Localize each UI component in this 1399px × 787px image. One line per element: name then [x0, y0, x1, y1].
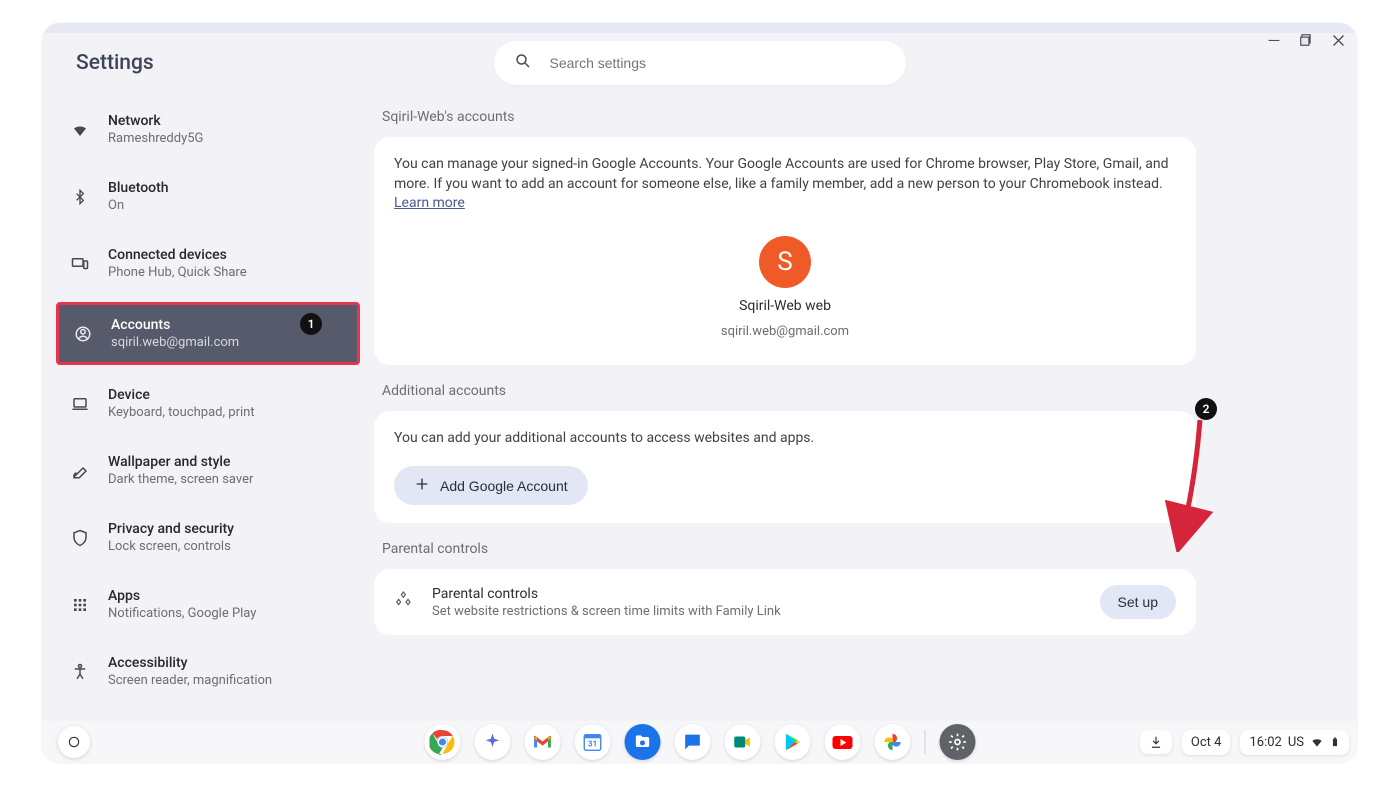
nav-sub: Rameshreddy5G: [108, 131, 203, 146]
nav-title: Privacy and security: [108, 521, 234, 537]
nav-sub: Screen reader, magnification: [108, 673, 272, 688]
wifi-icon: [70, 120, 90, 140]
nav-title: Network: [108, 113, 203, 129]
parental-title: Parental controls: [432, 586, 1082, 602]
sidebar-item-wallpaper[interactable]: Wallpaper and style Dark theme, screen s…: [56, 442, 360, 499]
nav-sub: Notifications, Google Play: [108, 606, 256, 621]
profile-block: S Sqiril-Web web sqiril.web@gmail.com: [394, 228, 1176, 347]
section-additional-header: Additional accounts: [382, 383, 1196, 399]
nav-title: Accounts: [111, 317, 239, 333]
date-chip[interactable]: Oct 4: [1182, 730, 1231, 755]
body: Network Rameshreddy5G Bluetooth On C: [42, 93, 1357, 763]
nav-title: Accessibility: [108, 655, 272, 671]
parental-sub: Set website restrictions & screen time l…: [432, 604, 1082, 619]
status-chip[interactable]: 16:02 US: [1240, 730, 1349, 755]
accessibility-icon: [70, 662, 90, 682]
nav-title: Connected devices: [108, 247, 247, 263]
section-parental-header: Parental controls: [382, 541, 1196, 557]
battery-status-icon: [1330, 735, 1340, 749]
play-store-icon[interactable]: [774, 724, 810, 760]
avatar[interactable]: S: [759, 236, 811, 288]
learn-more-link[interactable]: Learn more: [394, 195, 465, 211]
nav-sub: Keyboard, touchpad, print: [108, 405, 255, 420]
shield-icon: [70, 528, 90, 548]
sidebar-item-accessibility[interactable]: Accessibility Screen reader, magnificati…: [56, 643, 360, 700]
messages-icon[interactable]: [674, 724, 710, 760]
files-icon[interactable]: [624, 724, 660, 760]
system-tray[interactable]: Oct 4 16:02 US: [1140, 730, 1349, 755]
devices-icon: [70, 254, 90, 274]
nav-title: Device: [108, 387, 255, 403]
annotation-marker-2: 2: [1195, 398, 1217, 420]
shelf: 31 Oct 4 16:02 US: [42, 721, 1357, 763]
nav-title: Bluetooth: [108, 180, 169, 196]
accounts-description: You can manage your signed-in Google Acc…: [394, 155, 1176, 214]
photos-icon[interactable]: [874, 724, 910, 760]
plus-icon: [414, 476, 430, 495]
launcher-button[interactable]: [58, 726, 90, 758]
nav-sub: sqiril.web@gmail.com: [111, 335, 239, 350]
add-google-account-button[interactable]: Add Google Account: [394, 466, 588, 505]
shelf-divider: [924, 730, 925, 754]
grid-icon: [70, 595, 90, 615]
account-icon: [73, 324, 93, 344]
section-accounts-header: Sqiril-Web's accounts: [382, 109, 1196, 125]
accounts-card: You can manage your signed-in Google Acc…: [374, 137, 1196, 365]
gmail-icon[interactable]: [524, 724, 560, 760]
youtube-icon[interactable]: [824, 724, 860, 760]
search-icon: [514, 52, 532, 74]
profile-email: sqiril.web@gmail.com: [721, 324, 849, 339]
accounts-desc-text: You can manage your signed-in Google Acc…: [394, 156, 1168, 192]
download-indicator[interactable]: [1140, 730, 1172, 754]
settings-window: ─ Settings Network Rameshreddy5G: [42, 23, 1357, 763]
shelf-apps: 31: [424, 724, 975, 760]
sidebar-item-apps[interactable]: Apps Notifications, Google Play: [56, 576, 360, 633]
app-title: Settings: [76, 51, 154, 75]
palette-icon: [70, 461, 90, 481]
nav-sub: Phone Hub, Quick Share: [108, 265, 247, 280]
sidebar-item-connected-devices[interactable]: Connected devices Phone Hub, Quick Share: [56, 235, 360, 292]
content-area: Sqiril-Web's accounts You can manage you…: [374, 93, 1357, 763]
svg-text:31: 31: [587, 740, 596, 750]
profile-name: Sqiril-Web web: [739, 298, 831, 314]
laptop-icon: [70, 394, 90, 414]
additional-desc: You can add your additional accounts to …: [394, 429, 1176, 449]
nav-sub: Lock screen, controls: [108, 539, 234, 554]
calendar-icon[interactable]: 31: [574, 724, 610, 760]
settings-app-icon[interactable]: [939, 724, 975, 760]
search-input[interactable]: [550, 55, 886, 71]
add-google-label: Add Google Account: [440, 478, 568, 494]
sidebar: Network Rameshreddy5G Bluetooth On C: [42, 93, 374, 763]
nav-title: Apps: [108, 588, 256, 604]
nav-sub: Dark theme, screen saver: [108, 472, 253, 487]
search-box[interactable]: [494, 41, 906, 85]
meet-icon[interactable]: [724, 724, 760, 760]
chrome-icon[interactable]: [424, 724, 460, 760]
setup-button[interactable]: Set up: [1100, 585, 1176, 619]
assistant-icon[interactable]: [474, 724, 510, 760]
nav-sub: On: [108, 198, 169, 213]
additional-accounts-card: You can add your additional accounts to …: [374, 411, 1196, 524]
sidebar-item-network[interactable]: Network Rameshreddy5G: [56, 101, 360, 158]
bluetooth-icon: [70, 187, 90, 207]
titlebar: [42, 23, 1357, 33]
family-icon: [394, 590, 414, 614]
annotation-marker-1: 1: [300, 313, 322, 335]
nav-title: Wallpaper and style: [108, 454, 253, 470]
clock-text: 16:02: [1249, 735, 1281, 750]
sidebar-item-privacy[interactable]: Privacy and security Lock screen, contro…: [56, 509, 360, 566]
sidebar-item-device[interactable]: Device Keyboard, touchpad, print: [56, 375, 360, 432]
wifi-status-icon: [1310, 735, 1324, 749]
locale-text: US: [1288, 735, 1304, 750]
sidebar-item-bluetooth[interactable]: Bluetooth On: [56, 168, 360, 225]
header: Settings: [42, 33, 1357, 93]
parental-controls-card: Parental controls Set website restrictio…: [374, 569, 1196, 635]
